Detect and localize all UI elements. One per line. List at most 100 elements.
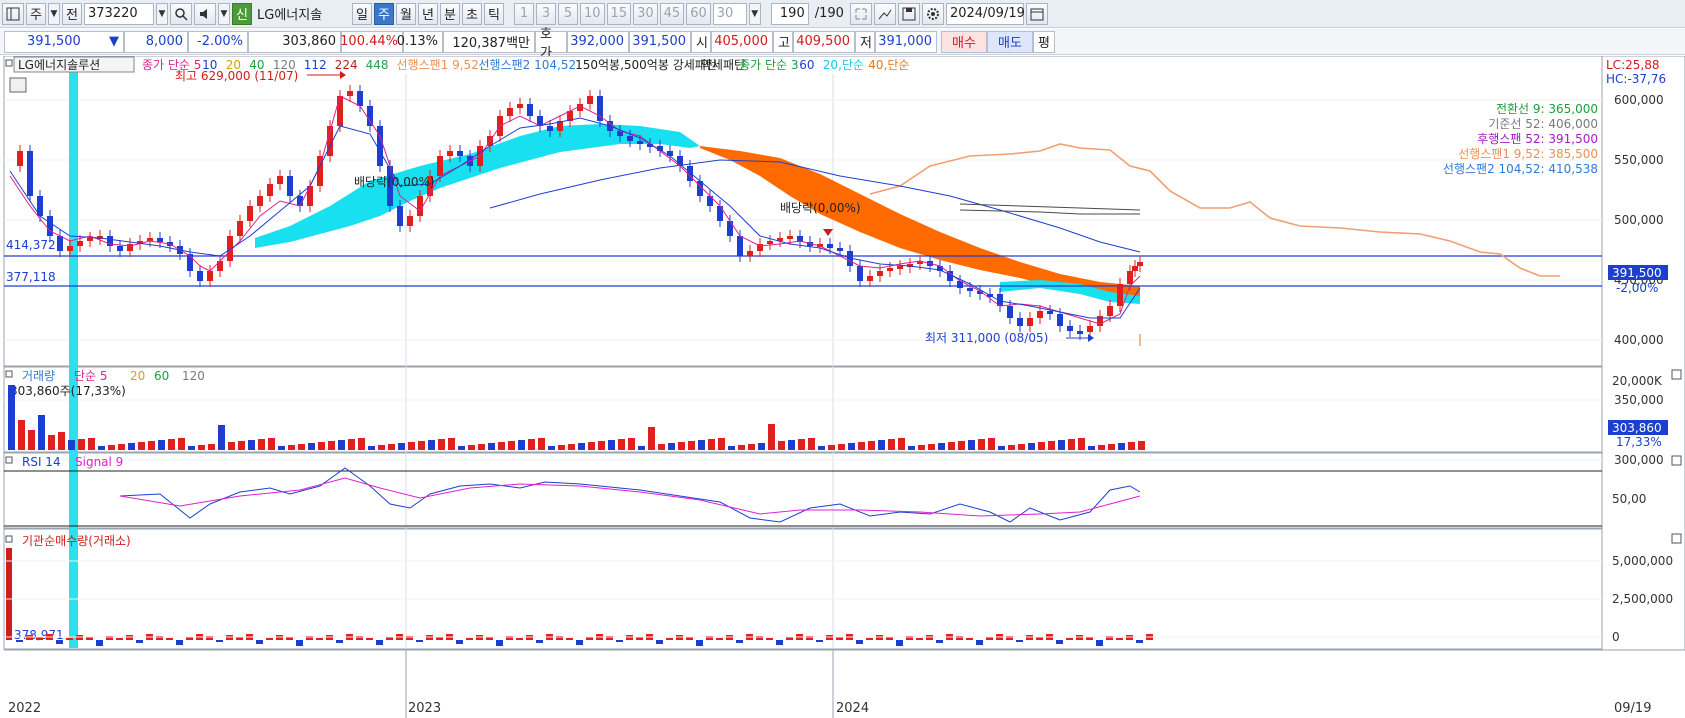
candle-body — [337, 96, 343, 126]
candle-body — [1017, 318, 1023, 326]
new-badge: 신 — [232, 2, 252, 25]
stock-name: LG에너지솔 — [257, 8, 323, 23]
volume-bar — [458, 446, 465, 450]
candle-body — [507, 108, 513, 116]
prev-button[interactable]: 전 — [62, 2, 82, 25]
candle-body — [447, 151, 453, 156]
volume-close-icon[interactable] — [1671, 369, 1682, 380]
volume-bar — [268, 438, 275, 450]
low-note: 최저 311,000 (08/05) — [925, 331, 1048, 345]
buy-button[interactable]: 매수 — [941, 30, 987, 53]
volume-bar — [618, 439, 625, 450]
inst-bar — [1116, 638, 1123, 640]
candle-body — [1107, 306, 1113, 316]
volume-bar — [408, 442, 415, 450]
volume-bar — [488, 443, 495, 450]
stock-code-dropdown-icon[interactable]: ▼ — [156, 2, 168, 25]
stock-code-input[interactable]: 373220 — [84, 2, 154, 25]
candle-body — [767, 241, 773, 244]
search-icon[interactable] — [170, 2, 192, 25]
crosshair-icon[interactable] — [849, 2, 872, 25]
interval-60[interactable]: 60 — [686, 2, 711, 25]
volume-bar — [1028, 443, 1035, 450]
inst-bar — [296, 640, 303, 646]
interval-select[interactable]: 30 — [712, 2, 747, 25]
volume-bar — [308, 443, 315, 450]
count-input[interactable]: 190 — [770, 2, 809, 25]
date-input[interactable]: 2024/09/19 — [945, 2, 1025, 25]
interval-dropdown-icon[interactable]: ▼ — [748, 2, 761, 25]
legend-item: 선행스팬1 9,52 — [397, 57, 479, 72]
layout-icon[interactable] — [2, 2, 24, 25]
tab-year[interactable]: 년 — [418, 2, 438, 25]
chevron-down-icon[interactable]: ▼ — [48, 2, 60, 25]
calendar-icon[interactable] — [1025, 2, 1048, 25]
gear-icon[interactable] — [921, 2, 944, 25]
interval-5[interactable]: 5 — [558, 2, 578, 25]
volume-bar — [578, 443, 585, 450]
price-y-label: 500,000 — [1614, 213, 1664, 227]
volume-bar — [148, 441, 155, 450]
volume-legend-name: 거래량 — [22, 369, 55, 383]
speaker-icon[interactable] — [194, 2, 216, 25]
chart-canvas[interactable]: 최고 629,000 (11/07) 최저 311,000 (08/05) 배당… — [0, 55, 1685, 718]
volume-bar — [528, 439, 535, 450]
volume-bar — [658, 444, 665, 450]
chart-area[interactable]: 최고 629,000 (11/07) 최저 311,000 (08/05) 배당… — [0, 55, 1685, 718]
trend-tool-icon[interactable] — [873, 2, 896, 25]
rsi-panel[interactable] — [3, 452, 1603, 529]
inst-bar — [856, 640, 863, 644]
volume-bar — [678, 442, 685, 450]
interval-3[interactable]: 3 — [536, 2, 556, 25]
high-price: 409,500 — [793, 30, 855, 53]
ichimoku-label: 기준선 52: 406,000 — [1488, 117, 1598, 131]
speaker-dropdown-icon[interactable]: ▼ — [218, 2, 230, 25]
interval-15[interactable]: 15 — [606, 2, 632, 25]
sell-button[interactable]: 매도 — [987, 30, 1033, 53]
candle-body — [257, 196, 263, 206]
volume-ratio: 100.44% — [340, 30, 403, 53]
turnover-percent: 0.13% — [397, 30, 443, 53]
inst-panel[interactable] — [3, 528, 1603, 650]
top-toolbar: 주 ▼ 전 373220 ▼ ▼ 신 LG에너지솔 일 주 월 년 분 초 틱 … — [0, 0, 1685, 28]
volume-bar — [1108, 444, 1115, 450]
tab-week[interactable]: 주 — [374, 2, 394, 25]
inst-close-icon[interactable] — [1671, 533, 1682, 544]
volume-bar — [738, 445, 745, 450]
interval-30[interactable]: 30 — [633, 2, 658, 25]
candle-body — [1137, 262, 1143, 266]
inst-bar — [776, 640, 783, 645]
candle-body — [237, 221, 243, 236]
interval-10[interactable]: 10 — [580, 2, 605, 25]
volume-bar — [1018, 444, 1025, 450]
eval-button[interactable]: 평 — [1033, 30, 1055, 53]
rsi-legend: RSI 14 — [22, 455, 61, 469]
period-type-button[interactable]: 주 — [26, 2, 46, 25]
tab-month[interactable]: 월 — [396, 2, 416, 25]
rsi-close-icon[interactable] — [1671, 455, 1682, 466]
volume-bar — [18, 420, 25, 450]
tab-minute[interactable]: 분 — [440, 2, 460, 25]
volume-bar — [638, 446, 645, 450]
inst-bar — [456, 640, 463, 644]
inst-bar — [56, 640, 63, 644]
interval-1[interactable]: 1 — [514, 2, 534, 25]
candle-body — [867, 276, 873, 281]
tab-day[interactable]: 일 — [352, 2, 372, 25]
volume-bar — [448, 438, 455, 450]
candle-body — [837, 248, 843, 251]
tab-second[interactable]: 초 — [462, 2, 482, 25]
volume-bar — [108, 445, 115, 450]
interval-45[interactable]: 45 — [659, 2, 685, 25]
volume-bar — [998, 446, 1005, 450]
hline-lower-label: 377,118 — [6, 270, 56, 284]
tab-tick[interactable]: 틱 — [484, 2, 504, 25]
volume-bar — [888, 439, 895, 450]
candle-body — [1117, 284, 1123, 306]
volume-legend-ma: 단순 5 — [74, 369, 108, 383]
save-icon[interactable] — [897, 2, 920, 25]
table-icon[interactable] — [9, 77, 27, 93]
volume-bar — [878, 440, 885, 450]
legend-item: 종가 단순 3 — [739, 58, 798, 72]
candle-body — [857, 266, 863, 281]
